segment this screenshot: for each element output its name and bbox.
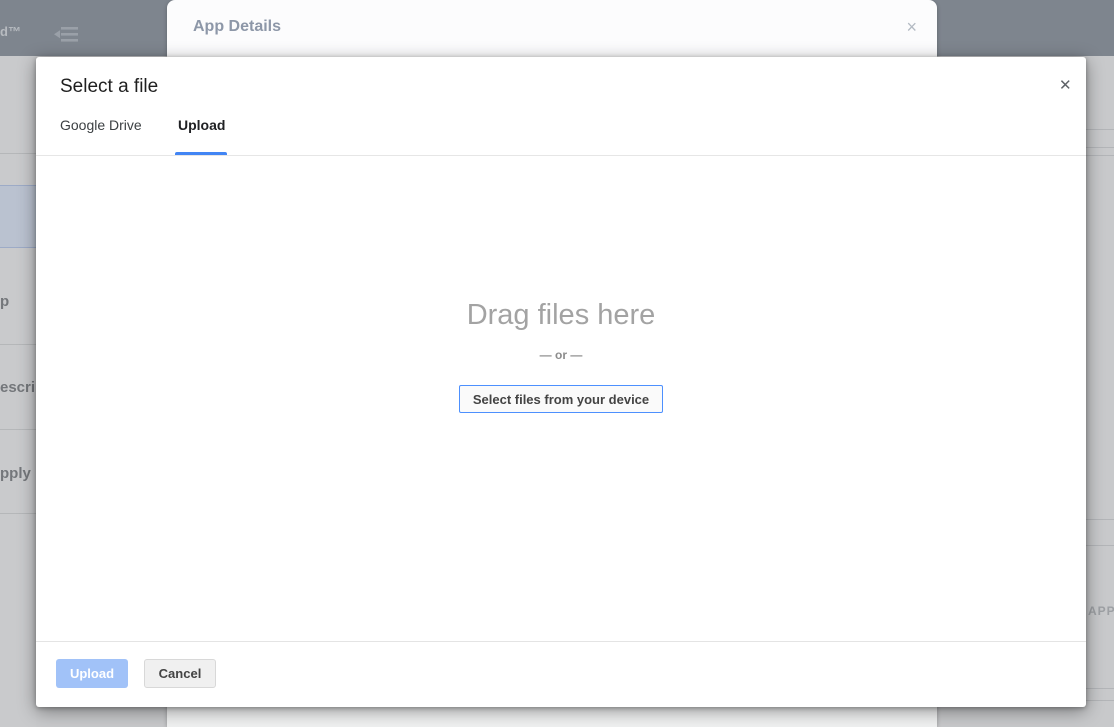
app-details-title: App Details <box>193 18 281 36</box>
background-form-left-edge: p escript pply <box>0 56 36 727</box>
dropzone-or-separator: — or — <box>540 348 583 362</box>
background-divider <box>0 429 36 430</box>
dialog-close-icon[interactable]: ✕ <box>1055 72 1076 98</box>
dropzone-heading: Drag files here <box>467 299 656 332</box>
collapse-menu-icon[interactable] <box>54 24 80 46</box>
background-label-fragment: escript <box>0 379 36 396</box>
cancel-button[interactable]: Cancel <box>144 659 216 688</box>
background-divider <box>1086 155 1114 156</box>
dialog-footer: Upload Cancel <box>36 641 1086 707</box>
background-table-right-edge: APP <box>1086 56 1114 727</box>
background-divider <box>1086 147 1114 148</box>
select-file-dialog: Select a file ✕ Google Drive Upload Drag… <box>36 57 1086 707</box>
background-apps-column-label: APP <box>1088 604 1114 618</box>
active-tab-underline <box>175 152 227 155</box>
tab-bar: Google Drive Upload <box>36 117 1086 156</box>
background-divider <box>0 513 36 514</box>
background-divider <box>1086 519 1114 520</box>
file-dropzone[interactable]: Drag files here — or — Select files from… <box>36 157 1086 641</box>
tab-upload[interactable]: Upload <box>178 117 225 156</box>
background-divider <box>1086 129 1114 130</box>
background-selected-row <box>0 185 36 248</box>
dialog-title: Select a file <box>60 76 158 98</box>
tab-google-drive[interactable]: Google Drive <box>60 117 142 156</box>
background-divider <box>0 153 36 154</box>
select-files-button[interactable]: Select files from your device <box>459 385 663 413</box>
app-details-close-icon[interactable]: × <box>906 17 917 37</box>
background-label-fragment: p <box>0 293 9 310</box>
background-label-fragment: pply <box>0 465 31 482</box>
upload-button[interactable]: Upload <box>56 659 128 688</box>
background-divider <box>1086 700 1114 701</box>
background-divider <box>1086 688 1114 689</box>
background-divider <box>0 344 36 345</box>
background-divider <box>1086 545 1114 546</box>
logo-text-fragment: d™ <box>0 24 21 39</box>
